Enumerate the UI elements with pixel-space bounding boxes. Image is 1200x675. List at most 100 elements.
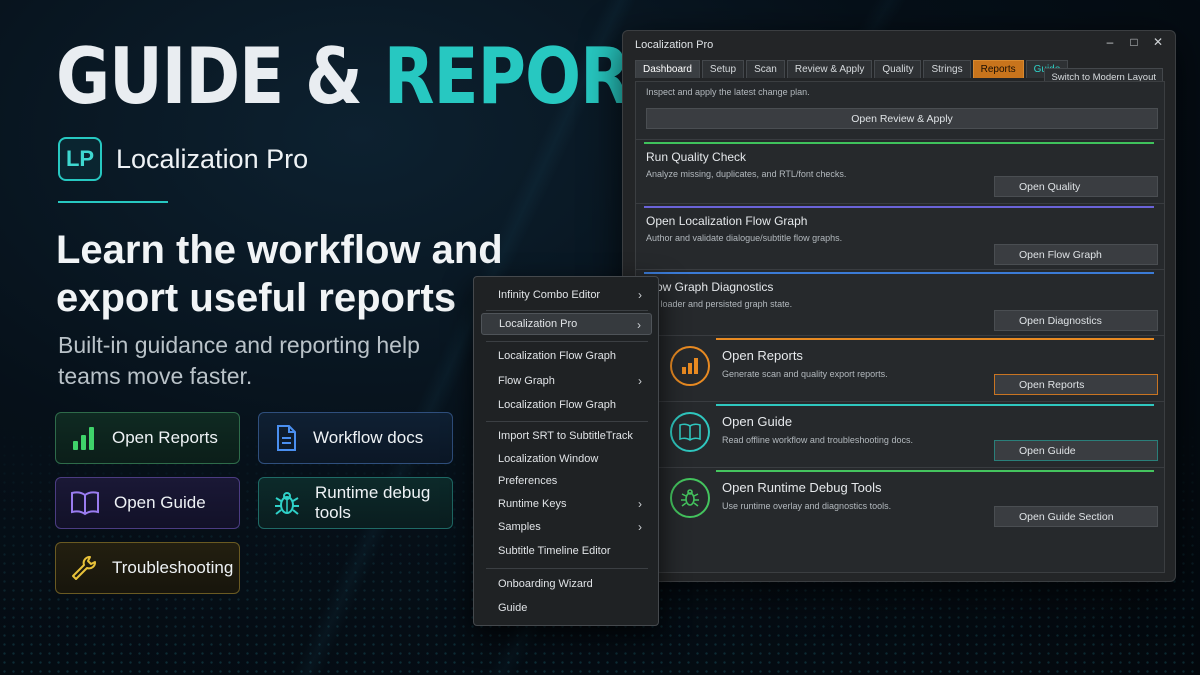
- flow-graph-title: Open Localization Flow Graph: [646, 214, 808, 228]
- guide-accent-line: [716, 404, 1154, 406]
- diagnostics-desc: ect loader and persisted graph state.: [646, 299, 793, 309]
- guide-round-icon: [670, 412, 710, 452]
- menu-item-localization-flow-graph-2[interactable]: Localization Flow Graph: [481, 394, 652, 416]
- menu-item-localization-window[interactable]: Localization Window: [481, 448, 652, 470]
- tab-bar: Dashboard Setup Scan Review & Apply Qual…: [635, 60, 1069, 78]
- flow-graph-desc: Author and validate dialogue/subtitle fl…: [646, 233, 843, 243]
- reports-accent-line: [716, 338, 1154, 340]
- debug-title: Open Runtime Debug Tools: [722, 480, 882, 495]
- chevron-right-icon: ›: [637, 318, 641, 332]
- document-icon: [277, 425, 296, 451]
- tab-quality[interactable]: Quality: [874, 60, 922, 78]
- book-icon: [679, 423, 701, 441]
- window-controls: – □ ✕: [1103, 35, 1165, 49]
- troubleshooting-feature-label: Troubleshooting: [112, 558, 234, 577]
- tab-dashboard[interactable]: Dashboard: [635, 60, 700, 78]
- open-reports-feature-label: Open Reports: [112, 428, 218, 447]
- teal-divider: [58, 201, 168, 203]
- menu-item-preferences[interactable]: Preferences: [481, 470, 652, 492]
- menu-item-onboarding-wizard[interactable]: Onboarding Wizard: [481, 573, 652, 595]
- guide-title: Open Guide: [722, 414, 793, 429]
- menu-item-samples[interactable]: Samples ›: [481, 516, 652, 538]
- workflow-docs-feature-label: Workflow docs: [313, 428, 424, 447]
- menu-item-label: Localization Pro: [499, 318, 578, 330]
- quality-accent-line: [644, 142, 1154, 144]
- tab-setup[interactable]: Setup: [701, 60, 745, 78]
- brand-name: Localization Pro: [116, 143, 309, 174]
- close-icon[interactable]: ✕: [1151, 35, 1165, 49]
- maximize-icon[interactable]: □: [1127, 35, 1141, 49]
- menu-separator: [486, 568, 648, 569]
- chevron-right-icon: ›: [638, 374, 642, 388]
- diagnostics-accent-line: [644, 272, 1154, 274]
- diagnostics-panel: Flow Graph Diagnostics ect loader and pe…: [636, 272, 1164, 336]
- chevron-right-icon: ›: [638, 520, 642, 534]
- brand: LP Localization Pro: [58, 137, 308, 181]
- menu-separator: [486, 310, 648, 311]
- chevron-right-icon: ›: [638, 497, 642, 511]
- tab-content: Inspect and apply the latest change plan…: [635, 81, 1165, 573]
- runtime-debug-feature-button[interactable]: Runtime debug tools: [258, 477, 453, 529]
- menu-item-label: Runtime Keys: [498, 498, 567, 510]
- open-guide-section-button[interactable]: Open Guide Section: [994, 506, 1158, 527]
- menu-item-flow-graph[interactable]: Flow Graph ›: [481, 370, 652, 392]
- menu-item-subtitle-timeline-editor[interactable]: Subtitle Timeline Editor: [481, 540, 652, 562]
- open-guide-feature-button[interactable]: Open Guide: [55, 477, 240, 529]
- quality-panel: Run Quality Check Analyze missing, dupli…: [636, 142, 1164, 204]
- flow-graph-panel: Open Localization Flow Graph Author and …: [636, 206, 1164, 270]
- menu-separator: [486, 421, 648, 422]
- book-icon: [71, 491, 99, 516]
- menu-separator: [486, 341, 648, 342]
- flow-graph-accent-line: [644, 206, 1154, 208]
- open-guide-feature-label: Open Guide: [114, 493, 206, 512]
- tab-reports[interactable]: Reports: [972, 60, 1024, 78]
- chevron-right-icon: ›: [638, 288, 642, 302]
- open-quality-button[interactable]: Open Quality: [994, 176, 1158, 197]
- menu-item-localization-pro[interactable]: Localization Pro ›: [481, 313, 652, 335]
- menu-item-label: Samples: [498, 521, 541, 533]
- app-window: Localization Pro – □ ✕ Dashboard Setup S…: [622, 30, 1176, 582]
- bug-icon: [275, 492, 299, 515]
- troubleshooting-feature-button[interactable]: Troubleshooting: [55, 542, 240, 594]
- open-review-apply-button[interactable]: Open Review & Apply: [646, 108, 1158, 129]
- minimize-icon[interactable]: –: [1103, 35, 1117, 49]
- menu-item-label: Flow Graph: [498, 375, 555, 387]
- debug-accent-line: [716, 470, 1154, 472]
- hero-title: GUIDE & REPORTS: [56, 37, 719, 116]
- reports-round-icon: [670, 346, 710, 386]
- brand-logo: LP: [58, 137, 102, 181]
- hero-title-white: GUIDE &: [56, 30, 363, 122]
- quality-desc: Analyze missing, duplicates, and RTL/fon…: [646, 169, 847, 179]
- tools-context-menu: Infinity Combo Editor › Localization Pro…: [473, 276, 659, 626]
- workflow-docs-feature-button[interactable]: Workflow docs: [258, 412, 453, 464]
- open-flow-graph-button[interactable]: Open Flow Graph: [994, 244, 1158, 265]
- bar-chart-icon: [73, 427, 94, 450]
- runtime-debug-feature-label: Runtime debug tools: [315, 483, 431, 522]
- tab-review-apply[interactable]: Review & Apply: [786, 60, 873, 78]
- bar-chart-icon: [682, 358, 698, 374]
- bug-icon: [681, 489, 699, 507]
- reports-desc: Generate scan and quality export reports…: [722, 369, 888, 379]
- menu-item-guide[interactable]: Guide: [481, 597, 652, 619]
- tab-scan[interactable]: Scan: [746, 60, 785, 78]
- menu-item-label: Infinity Combo Editor: [498, 289, 601, 301]
- window-title: Localization Pro: [635, 39, 714, 51]
- tab-strings[interactable]: Strings: [923, 60, 971, 78]
- open-guide-button[interactable]: Open Guide: [994, 440, 1158, 461]
- open-reports-feature-button[interactable]: Open Reports: [55, 412, 240, 464]
- review-panel: Inspect and apply the latest change plan…: [636, 82, 1164, 140]
- quality-title: Run Quality Check: [646, 150, 747, 164]
- guide-panel: Open Guide Read offline workflow and tro…: [636, 404, 1164, 468]
- menu-item-import-srt[interactable]: Import SRT to SubtitleTrack: [481, 425, 652, 447]
- reports-panel: Open Reports Generate scan and quality e…: [636, 338, 1164, 402]
- subline: Built-in guidance and reporting help tea…: [58, 332, 420, 389]
- guide-desc: Read offline workflow and troubleshootin…: [722, 435, 913, 445]
- open-diagnostics-button[interactable]: Open Diagnostics: [994, 310, 1158, 331]
- debug-round-icon: [670, 478, 710, 518]
- open-reports-button[interactable]: Open Reports: [994, 374, 1158, 395]
- menu-item-infinity-combo-editor[interactable]: Infinity Combo Editor ›: [481, 284, 652, 306]
- debug-desc: Use runtime overlay and diagnostics tool…: [722, 501, 892, 511]
- wrench-icon: [72, 556, 96, 580]
- menu-item-runtime-keys[interactable]: Runtime Keys ›: [481, 493, 652, 515]
- menu-item-localization-flow-graph[interactable]: Localization Flow Graph: [481, 345, 652, 367]
